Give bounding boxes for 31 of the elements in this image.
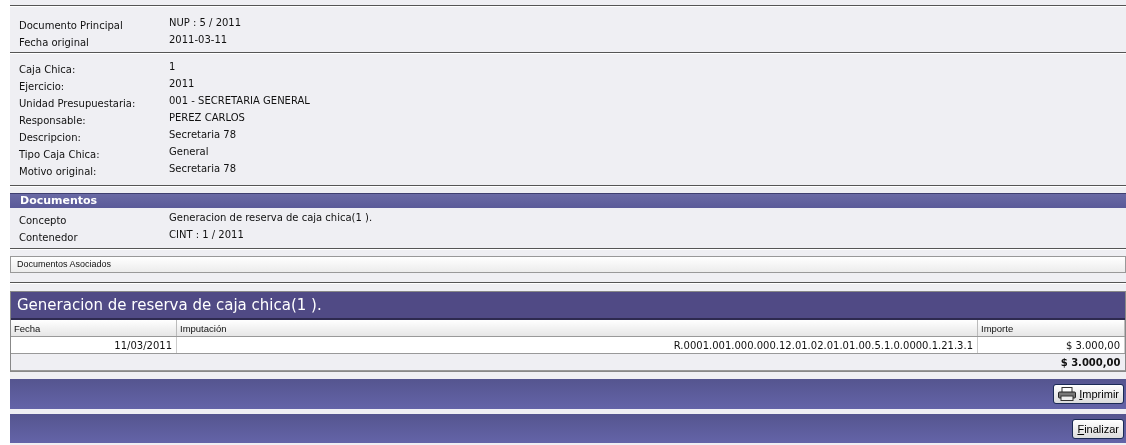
field-label: Fecha original — [19, 36, 90, 48]
column-header: Fecha — [11, 320, 177, 337]
field-label: Responsable: — [19, 114, 87, 126]
field-value: 2011 — [169, 77, 195, 91]
finish-button[interactable]: Finalizar — [1072, 418, 1124, 439]
field-label: Tipo Caja Chica: — [19, 148, 101, 160]
field-label: Documento Principal — [19, 19, 124, 31]
field-value: CINT : 1 / 2011 — [169, 228, 244, 242]
field-value: Generacion de reserva de caja chica(1 ). — [169, 211, 373, 225]
printer-icon — [1058, 387, 1077, 401]
section-header: Documentos — [10, 193, 1126, 208]
field-label: Concepto — [19, 214, 68, 226]
field-label: Ejercicio: — [19, 80, 66, 92]
print-button[interactable]: Imprimir — [1053, 384, 1124, 404]
field-value: Secretaria 78 — [169, 128, 236, 142]
field-label: Contenedor — [19, 231, 79, 243]
field-value: PEREZ CARLOS — [169, 111, 245, 125]
field-value: 2011-03-11 — [169, 33, 228, 47]
field-label: Motivo original: — [19, 165, 98, 177]
field-value: NUP : 5 / 2011 — [169, 16, 242, 30]
field-label: Unidad Presupuestaria: — [19, 97, 137, 109]
column-header: Importe — [977, 320, 1125, 337]
table-title: Generacion de reserva de caja chica(1 ). — [11, 292, 1125, 320]
field-value: General — [169, 145, 209, 159]
field-value: 1 — [169, 60, 176, 74]
field-value: Secretaria 78 — [169, 162, 236, 176]
collapsible-panel[interactable]: Documentos Asociados — [10, 256, 1126, 273]
field-value: 001 - SECRETARIA GENERAL — [169, 94, 310, 108]
field-label: Descripcion: — [19, 131, 82, 143]
field-label: Caja Chica: — [19, 63, 77, 75]
column-header: Imputación — [176, 320, 978, 337]
